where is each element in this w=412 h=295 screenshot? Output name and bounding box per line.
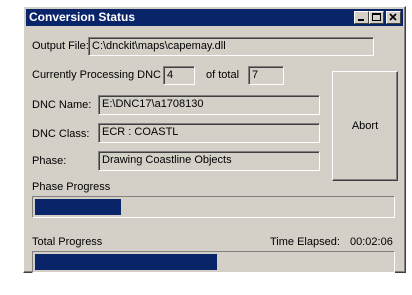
maximize-icon <box>372 13 381 21</box>
phase-progress-label: Phase Progress <box>32 181 111 193</box>
total-progress-fill <box>35 254 218 270</box>
phase-progress-bar <box>32 196 395 218</box>
abort-button[interactable]: Abort <box>332 71 398 181</box>
phase-label: Phase: <box>32 155 67 167</box>
title-bar-buttons <box>354 11 401 24</box>
dnc-name-field: E:\DNC17\a1708130 <box>98 95 320 115</box>
output-file-label: Output File: <box>32 40 89 52</box>
time-elapsed-label: Time Elapsed: <box>270 236 340 248</box>
close-button[interactable] <box>386 11 401 24</box>
phase-field: Drawing Coastline Objects <box>98 151 320 171</box>
abort-button-label: Abort <box>351 120 379 132</box>
current-dnc-field: 4 <box>163 66 195 85</box>
total-dnc-field: 7 <box>248 66 284 85</box>
total-progress-bar <box>32 251 395 273</box>
phase-progress-fill <box>35 199 121 215</box>
dnc-class-field: ECR : COASTL <box>98 123 320 143</box>
conversion-status-dialog: Conversion Status Output File: C:\dnckit… <box>23 6 406 273</box>
dnc-name-label: DNC Name: <box>32 99 92 111</box>
total-progress-label: Total Progress <box>32 236 103 248</box>
window-title: Conversion Status <box>29 10 136 24</box>
dnc-class-label: DNC Class: <box>32 128 90 140</box>
currently-processing-label: Currently Processing DNC <box>32 69 161 81</box>
output-file-field: C:\dnckit\maps\capemay.dll <box>88 37 374 56</box>
of-total-label: of total <box>206 69 240 81</box>
time-elapsed-value: 00:02:06 <box>350 236 393 248</box>
close-icon <box>389 13 397 21</box>
minimize-button[interactable] <box>354 11 369 24</box>
minimize-icon <box>358 19 364 21</box>
maximize-button[interactable] <box>369 11 384 24</box>
title-bar[interactable]: Conversion Status <box>26 9 403 26</box>
